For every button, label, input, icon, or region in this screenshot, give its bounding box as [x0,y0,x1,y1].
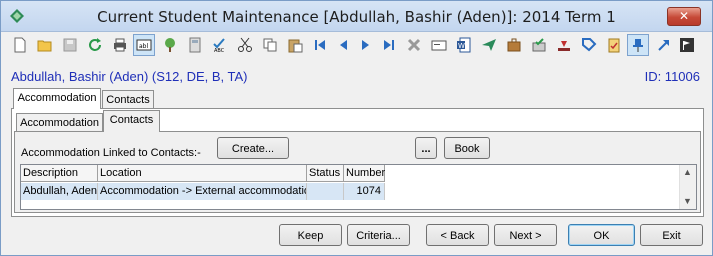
pin-icon[interactable] [627,34,649,56]
criteria-button[interactable]: Criteria... [347,224,410,246]
delete-icon[interactable] [403,34,425,56]
exit-button[interactable]: Exit [640,224,703,246]
ok-button[interactable]: OK [568,224,635,246]
cell-number: 1074 [344,183,385,200]
copy-icon[interactable] [259,34,281,56]
download-icon[interactable] [553,34,575,56]
clipboard-icon[interactable] [603,34,625,56]
svg-text:abl: abl [139,43,148,50]
toolbar: abl ABC W [9,34,694,58]
scroll-up-icon[interactable]: ▲ [683,167,692,177]
spellcheck-icon[interactable]: ABC [209,34,231,56]
tree-icon[interactable] [159,34,181,56]
keep-button[interactable]: Keep [279,224,342,246]
paste-icon[interactable] [284,34,306,56]
open-icon[interactable] [34,34,56,56]
calculator-icon[interactable] [184,34,206,56]
column-header-number[interactable]: Number [344,165,385,182]
save-icon[interactable] [59,34,81,56]
student-id: ID: 11006 [644,69,700,84]
column-header-status[interactable]: Status [307,165,344,182]
first-record-icon[interactable] [309,34,331,56]
book-button[interactable]: Book [444,137,490,159]
flag-icon[interactable] [676,34,698,56]
send-icon[interactable] [478,34,500,56]
arrow-icon[interactable] [653,34,675,56]
accommodation-contacts-grid[interactable]: Description Location Status Number Abdul… [20,164,697,210]
approve-icon[interactable] [528,34,550,56]
word-icon[interactable]: W [453,34,475,56]
grid-vertical-scrollbar[interactable]: ▲ ▼ [679,165,696,209]
svg-text:ABC: ABC [214,48,225,53]
last-record-icon[interactable] [378,34,400,56]
create-button[interactable]: Create... [217,137,289,159]
refresh-icon[interactable] [84,34,106,56]
cell-status [307,183,344,200]
cell-location: Accommodation -> External accommodation [98,183,307,200]
subtab-contacts[interactable]: Contacts [103,110,160,132]
ellipsis-button[interactable]: ... [415,137,437,159]
back-button[interactable]: < Back [426,224,489,246]
scroll-down-icon[interactable]: ▼ [683,196,692,206]
text-field-icon[interactable]: abl [133,34,155,56]
student-maintenance-window: Current Student Maintenance [Abdullah, B… [0,0,713,256]
previous-record-icon[interactable] [332,34,354,56]
briefcase-icon[interactable] [503,34,525,56]
title-bar[interactable]: Current Student Maintenance [Abdullah, B… [1,1,712,32]
new-icon[interactable] [9,34,31,56]
print-icon[interactable] [109,34,131,56]
column-header-location[interactable]: Location [98,165,307,182]
svg-text:W: W [458,42,465,50]
tab-accommodation[interactable]: Accommodation [13,88,101,109]
cell-description: Abdullah, Aden [21,183,98,200]
section-label: Accommodation Linked to Contacts:- [21,147,201,159]
cut-icon[interactable] [234,34,256,56]
tag-icon[interactable] [578,34,600,56]
next-record-icon[interactable] [355,34,377,56]
next-button[interactable]: Next > [494,224,557,246]
close-button[interactable]: ✕ [667,7,701,26]
subtab-accommodation[interactable]: Accommodation [16,113,103,132]
window-title: Current Student Maintenance [Abdullah, B… [97,8,616,26]
student-name: Abdullah, Bashir (Aden) (S12, DE, B, TA) [11,69,248,84]
column-header-description[interactable]: Description [21,165,98,182]
tab-contacts[interactable]: Contacts [102,90,154,109]
card-icon[interactable] [428,34,450,56]
